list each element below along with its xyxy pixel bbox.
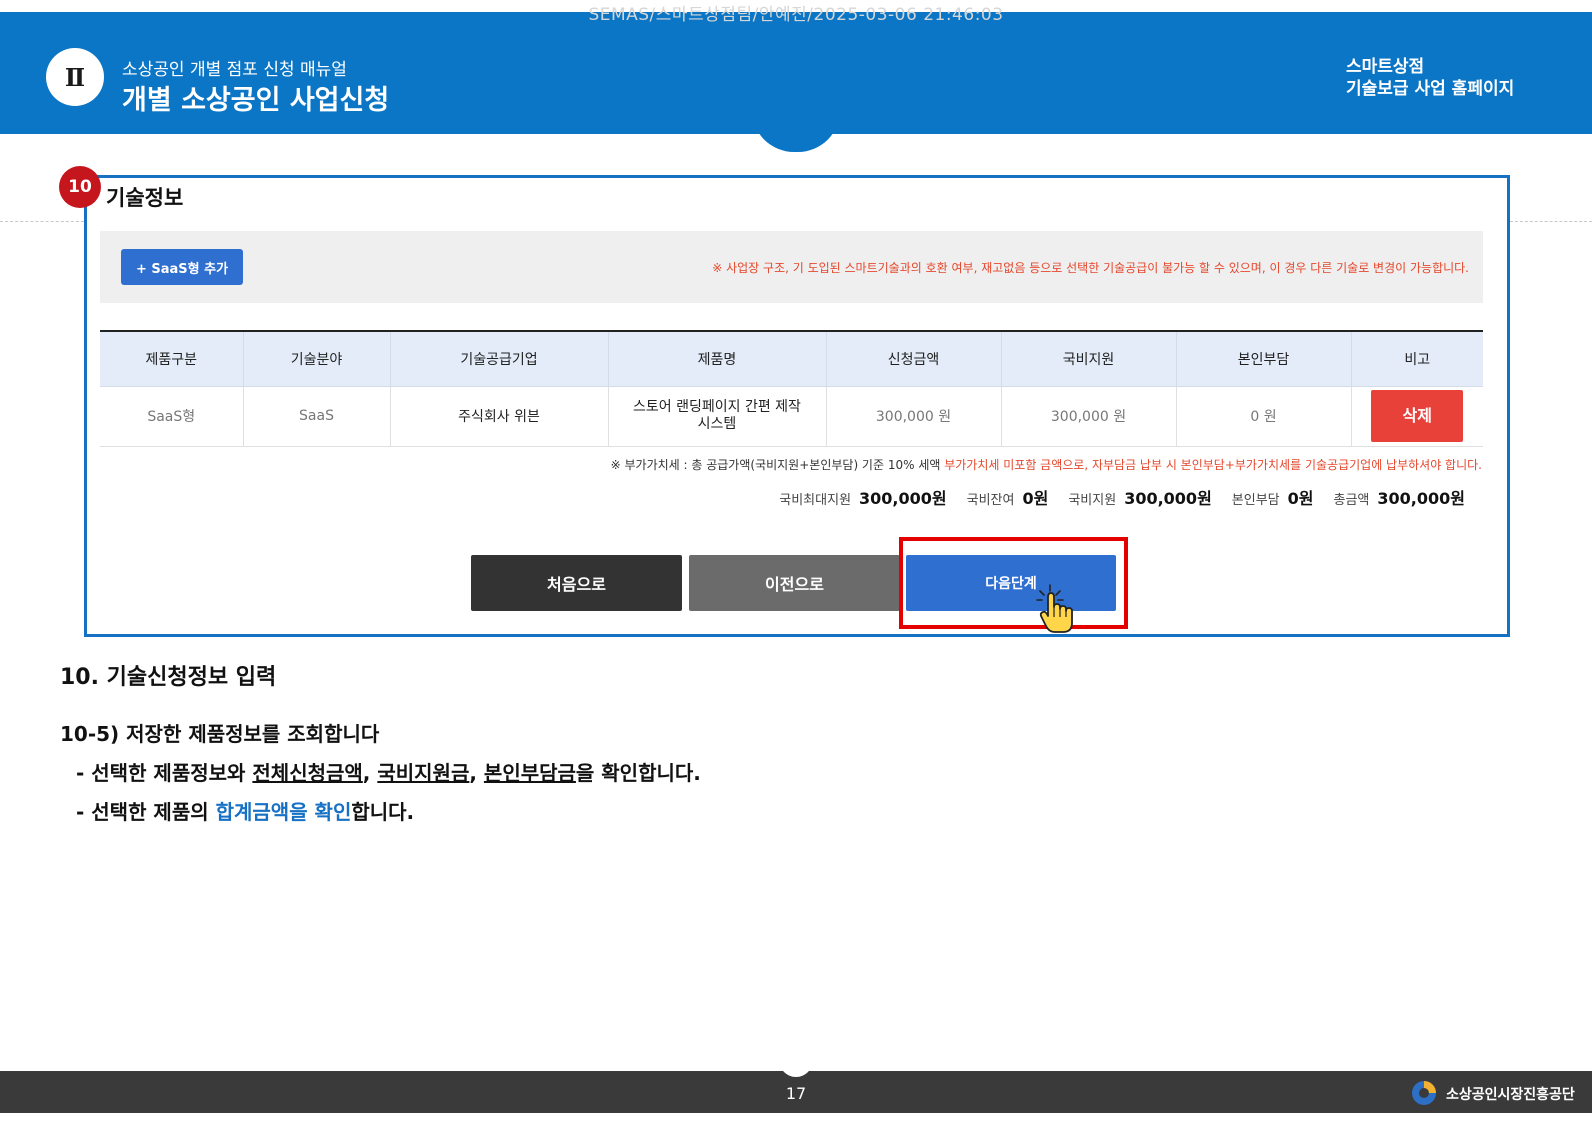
divider-right — [1510, 221, 1592, 222]
table-row: SaaS형 SaaS 주식회사 위븐 스토어 랜딩페이지 간편 제작 시스템 3… — [100, 386, 1483, 447]
total-value: 0원 — [1022, 489, 1049, 508]
bullet-separator: , — [362, 761, 378, 785]
manual-page: SEMAS/스마트상점팀/안예진/2025-03-06 21:46:03 Ⅱ 소… — [0, 0, 1592, 1125]
doc-heading: 10. 기술신청정보 입력 — [60, 665, 277, 690]
cell-self-pay: 0 원 — [1176, 386, 1352, 447]
bullet-separator: , — [469, 761, 484, 785]
cell-supplier: 주식회사 위븐 — [390, 386, 609, 447]
column-header: 비고 — [1351, 331, 1483, 387]
header-site-name: 스마트상점 기술보급 사업 홈페이지 — [1346, 56, 1514, 100]
watermark: SEMAS/스마트상점팀/안예진/2025-03-06 21:46:03 — [588, 5, 1004, 25]
org-logo-icon — [1412, 1081, 1436, 1105]
cell-requested-amount: 300,000 원 — [826, 386, 1002, 447]
product-name-line1: 스토어 랜딩페이지 간편 제작 — [633, 399, 801, 415]
column-header: 기술분야 — [243, 331, 391, 387]
header-site-line2: 기술보급 사업 홈페이지 — [1346, 79, 1515, 99]
vat-note-text: ※ 부가가치세 : 총 공급가액(국비지원+본인부담) 기준 10% 세액 — [610, 458, 945, 472]
totals-summary: 국비최대지원 300,000원 국비잔여 0원 국비지원 300,000원 본인부담 0… — [759, 485, 1465, 509]
total-label: 국비잔여 — [966, 493, 1015, 508]
cell-category: SaaS형 — [100, 386, 244, 447]
product-table: 제품구분 기술분야 기술공급기업 제품명 신청금액 국비지원 본인부담 비고 S… — [100, 330, 1483, 447]
total-label: 총금액 — [1333, 493, 1370, 508]
cell-product-name: 스토어 랜딩페이지 간편 제작 시스템 — [608, 386, 827, 447]
column-header: 신청금액 — [826, 331, 1002, 387]
total-value: 300,000원 — [1377, 489, 1465, 508]
header-title: 개별 소상공인 사업신청 — [122, 85, 390, 116]
column-header: 기술공급기업 — [390, 331, 609, 387]
step-badge: 10 — [59, 166, 101, 208]
section-title: 기술정보 — [106, 186, 184, 210]
term-subsidy: 국비지원금 — [377, 761, 470, 785]
total-value: 300,000원 — [1124, 489, 1212, 508]
header-notch — [752, 110, 840, 152]
total-label: 본인부담 — [1231, 493, 1280, 508]
delete-button[interactable]: 삭제 — [1371, 390, 1464, 442]
warning-text: ※ 사업장 구조, 기 도입된 스마트기술과의 호환 여부, 재고없음 등으로 … — [712, 261, 1469, 275]
highlighted-text: 합계금액을 확인 — [215, 800, 352, 824]
previous-button[interactable]: 이전으로 — [689, 555, 900, 611]
column-header: 국비지원 — [1001, 331, 1177, 387]
total-value: 300,000원 — [859, 489, 947, 508]
cell-field: SaaS — [243, 386, 391, 447]
highlight-frame — [899, 537, 1128, 629]
column-header: 제품구분 — [100, 331, 244, 387]
bullet-text: 합니다. — [351, 800, 415, 824]
header-site-line1: 스마트상점 — [1346, 57, 1425, 77]
table-header-row: 제품구분 기술분야 기술공급기업 제품명 신청금액 국비지원 본인부담 비고 — [100, 331, 1483, 387]
product-name-line2: 시스템 — [697, 416, 737, 432]
add-saas-button[interactable]: + SaaS형 추가 — [121, 249, 243, 285]
doc-subheading: 10-5) 저장한 제품정보를 조회합니다 — [60, 722, 380, 746]
column-header: 본인부담 — [1176, 331, 1352, 387]
term-total-amount: 전체신청금액 — [252, 761, 363, 785]
header-subtitle: 소상공인 개별 점포 신청 매뉴얼 — [122, 60, 347, 80]
first-step-button[interactable]: 처음으로 — [471, 555, 682, 611]
page-number: 17 — [785, 1084, 807, 1103]
total-label: 국비최대지원 — [779, 493, 852, 508]
hand-pointer-icon — [1036, 584, 1073, 633]
bullet-text: 을 확인합니다. — [575, 761, 701, 785]
doc-bullet-1: - 선택한 제품정보와 전체신청금액, 국비지원금, 본인부담금을 확인합니다. — [76, 757, 701, 786]
doc-bullet-2: - 선택한 제품의 합계금액을 확인합니다. — [76, 796, 414, 825]
term-self-pay: 본인부담금 — [483, 761, 576, 785]
total-value: 0원 — [1287, 489, 1314, 508]
vat-note: ※ 부가가치세 : 총 공급가액(국비지원+본인부담) 기준 10% 세액 부가… — [611, 456, 1482, 473]
org-name: 소상공인시장진흥공단 — [1446, 1087, 1575, 1103]
chapter-badge: Ⅱ — [46, 48, 104, 106]
total-label: 국비지원 — [1068, 493, 1117, 508]
divider-left — [0, 221, 84, 222]
column-header: 제품명 — [608, 331, 827, 387]
cell-action: 삭제 — [1351, 386, 1483, 447]
vat-note-highlight: 부가가치세 미포함 금액으로, 자부담금 납부 시 본인부담+부가가치세를 기술… — [944, 458, 1482, 472]
bullet-text: - 선택한 제품의 — [76, 800, 216, 824]
bullet-text: - 선택한 제품정보와 — [76, 761, 253, 785]
cell-subsidy: 300,000 원 — [1001, 386, 1177, 447]
